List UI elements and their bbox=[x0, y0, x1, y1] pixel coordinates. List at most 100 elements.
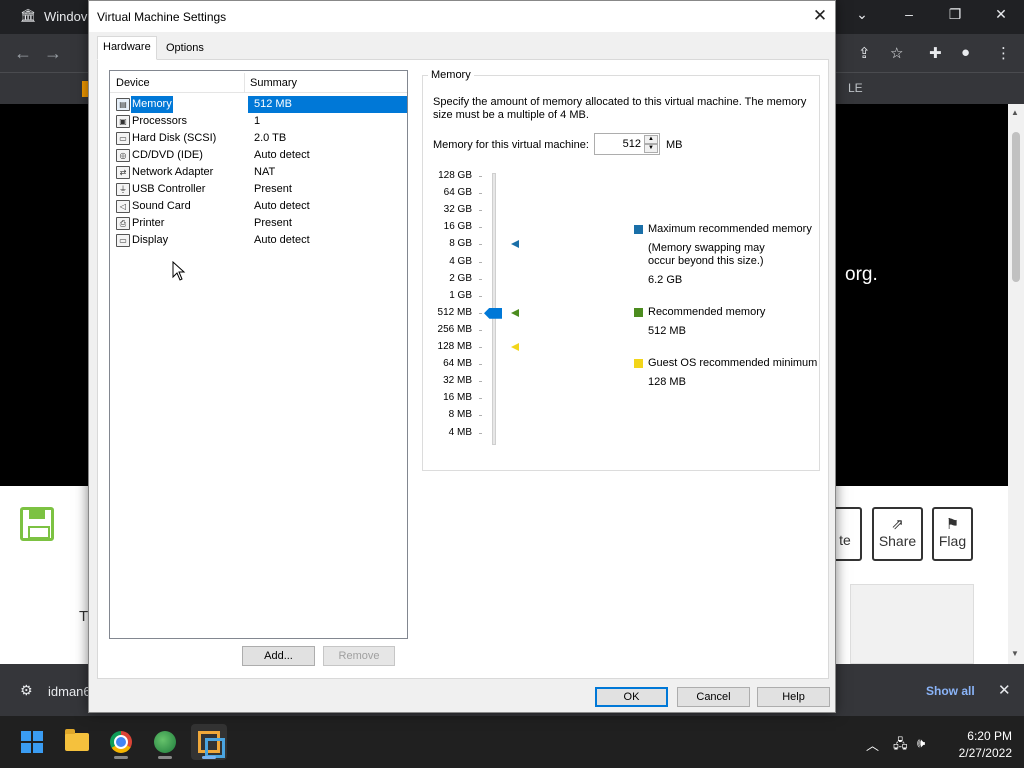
recommended-marker bbox=[511, 308, 519, 317]
taskbar-idm[interactable] bbox=[147, 724, 183, 760]
download-file-icon: ⚙ bbox=[20, 682, 33, 698]
add-button[interactable]: Add... bbox=[242, 646, 315, 666]
network-icon[interactable]: 🖧 bbox=[893, 735, 908, 757]
mouse-cursor-icon bbox=[172, 261, 186, 281]
max-recommended-value: 6.2 GB bbox=[648, 274, 683, 286]
chevron-up-icon[interactable]: ︿ bbox=[866, 735, 879, 754]
download-name[interactable]: idman6 bbox=[48, 684, 91, 699]
scale-tick bbox=[479, 227, 482, 229]
device-row[interactable]: ⎙ Printer Present bbox=[114, 215, 407, 232]
stepper-up-icon[interactable]: ▲ bbox=[644, 135, 658, 144]
memory-input-value[interactable]: 512 bbox=[623, 138, 641, 150]
device-row[interactable]: ▣ Processors 1 bbox=[114, 113, 407, 130]
tab-options[interactable]: Options bbox=[161, 38, 209, 60]
memory-description: Specify the amount of memory allocated t… bbox=[433, 96, 807, 121]
vm-settings-dialog: Virtual Machine Settings ✕ Hardware Opti… bbox=[88, 0, 836, 713]
device-name: Printer bbox=[132, 217, 165, 229]
device-summary: Present bbox=[254, 217, 292, 229]
stepper-down-icon[interactable]: ▼ bbox=[644, 144, 658, 153]
network-adapter-icon: ⇄ bbox=[116, 166, 130, 179]
column-header-device[interactable]: Device bbox=[116, 77, 150, 89]
ok-button[interactable]: OK bbox=[595, 687, 668, 707]
memory-icon: ▤ bbox=[116, 98, 130, 111]
max-recommended-marker bbox=[511, 240, 519, 249]
help-button[interactable]: Help bbox=[757, 687, 830, 707]
flag-button[interactable]: ⚑ Flag bbox=[932, 507, 973, 561]
menu-icon[interactable]: ⋮ bbox=[996, 44, 1011, 62]
recommended-value: 512 MB bbox=[648, 325, 686, 337]
share-button[interactable]: ⇗ Share bbox=[872, 507, 923, 561]
scroll-thumb[interactable] bbox=[1012, 132, 1020, 282]
dialog-titlebar[interactable]: Virtual Machine Settings ✕ bbox=[89, 1, 835, 32]
extensions-icon[interactable]: ✚ bbox=[929, 44, 942, 62]
chrome-icon bbox=[110, 731, 132, 753]
hardware-panel: Device Summary ▤ Memory 512 MB ▣ Processors 1… bbox=[97, 59, 829, 679]
close-icon[interactable]: ✕ bbox=[809, 6, 831, 26]
back-icon[interactable]: ← bbox=[14, 43, 32, 64]
device-row[interactable]: ▭ Hard Disk (SCSI) 2.0 TB bbox=[114, 130, 407, 147]
scale-tick bbox=[479, 381, 482, 383]
scale-label: 128 GB bbox=[438, 170, 472, 181]
device-name: Processors bbox=[132, 115, 188, 127]
save-icon[interactable] bbox=[20, 507, 54, 541]
chevron-down-icon[interactable]: ⌄ bbox=[847, 6, 877, 23]
show-all-link[interactable]: Show all bbox=[926, 684, 975, 698]
device-row[interactable]: ▤ Memory 512 MB bbox=[114, 96, 407, 113]
scroll-down-icon[interactable]: ▼ bbox=[1011, 649, 1019, 658]
star-icon[interactable]: ☆ bbox=[890, 44, 903, 62]
guest-min-label: Guest OS recommended minimum bbox=[648, 357, 818, 369]
cancel-button[interactable]: Cancel bbox=[677, 687, 750, 707]
minimize-icon[interactable]: – bbox=[894, 6, 924, 22]
memory-slider-thumb[interactable] bbox=[484, 307, 502, 319]
start-button[interactable] bbox=[14, 724, 50, 760]
device-name: Network Adapter bbox=[132, 166, 214, 178]
guest-min-marker bbox=[511, 343, 519, 351]
cd-dvd-icon: ◎ bbox=[116, 149, 130, 162]
close-icon[interactable]: ✕ bbox=[986, 6, 1016, 23]
column-separator[interactable] bbox=[244, 73, 245, 93]
tab-hardware[interactable]: Hardware bbox=[97, 36, 157, 60]
scale-tick bbox=[479, 261, 482, 263]
memory-stepper: ▲ ▼ bbox=[644, 135, 658, 153]
taskbar-explorer[interactable] bbox=[59, 724, 95, 760]
download-manager-icon bbox=[154, 731, 176, 753]
volume-icon[interactable]: 🕪 bbox=[917, 735, 925, 751]
device-summary: Present bbox=[254, 183, 292, 195]
guest-min-swatch bbox=[634, 359, 643, 368]
share-button-label: Share bbox=[878, 533, 917, 549]
speaker-icon: ◁ bbox=[116, 200, 130, 213]
column-header-summary[interactable]: Summary bbox=[250, 77, 297, 89]
scale-label: 64 GB bbox=[443, 187, 472, 199]
scale-tick bbox=[479, 347, 482, 348]
clock[interactable]: 6:20 PM 2/27/2022 bbox=[940, 728, 1012, 762]
scale-tick bbox=[479, 432, 482, 434]
device-name: USB Controller bbox=[132, 183, 206, 195]
memory-input[interactable]: 512 ▲ ▼ bbox=[594, 133, 660, 155]
taskbar-vmware[interactable] bbox=[191, 724, 227, 760]
device-name: Memory bbox=[131, 96, 173, 113]
close-downloads-icon[interactable]: ✕ bbox=[998, 681, 1011, 699]
device-row[interactable]: ◁ Sound Card Auto detect bbox=[114, 198, 407, 215]
scale-tick bbox=[479, 176, 482, 177]
restore-icon[interactable]: ❐ bbox=[940, 6, 970, 23]
device-summary: Auto detect bbox=[254, 200, 310, 212]
vmware-icon bbox=[198, 731, 225, 758]
device-name: Hard Disk (SCSI) bbox=[132, 132, 217, 144]
max-recommended-label: Maximum recommended memory bbox=[648, 223, 812, 235]
scale-tick bbox=[479, 295, 482, 297]
device-list[interactable]: Device Summary ▤ Memory 512 MB ▣ Processors 1… bbox=[109, 70, 408, 639]
video-text: org. bbox=[845, 264, 878, 285]
scroll-up-icon[interactable]: ▲ bbox=[1011, 108, 1019, 117]
device-row[interactable]: ▭ Display Auto detect bbox=[114, 232, 407, 249]
page-scrollbar[interactable]: ▲ ▼ bbox=[1008, 104, 1024, 664]
clock-time: 6:20 PM bbox=[967, 729, 1012, 743]
profile-icon[interactable]: ● bbox=[961, 44, 970, 61]
device-row[interactable]: ⇄ Network Adapter NAT bbox=[114, 164, 407, 181]
device-row[interactable]: ⏚ USB Controller Present bbox=[114, 181, 407, 198]
taskbar-chrome[interactable] bbox=[103, 724, 139, 760]
forward-icon[interactable]: → bbox=[44, 43, 62, 64]
bookmark-label[interactable]: LE bbox=[848, 81, 863, 95]
share-icon[interactable]: ⇪ bbox=[858, 44, 871, 62]
device-row[interactable]: ◎ CD/DVD (IDE) Auto detect bbox=[114, 147, 407, 164]
scale-label: 2 GB bbox=[449, 272, 472, 284]
